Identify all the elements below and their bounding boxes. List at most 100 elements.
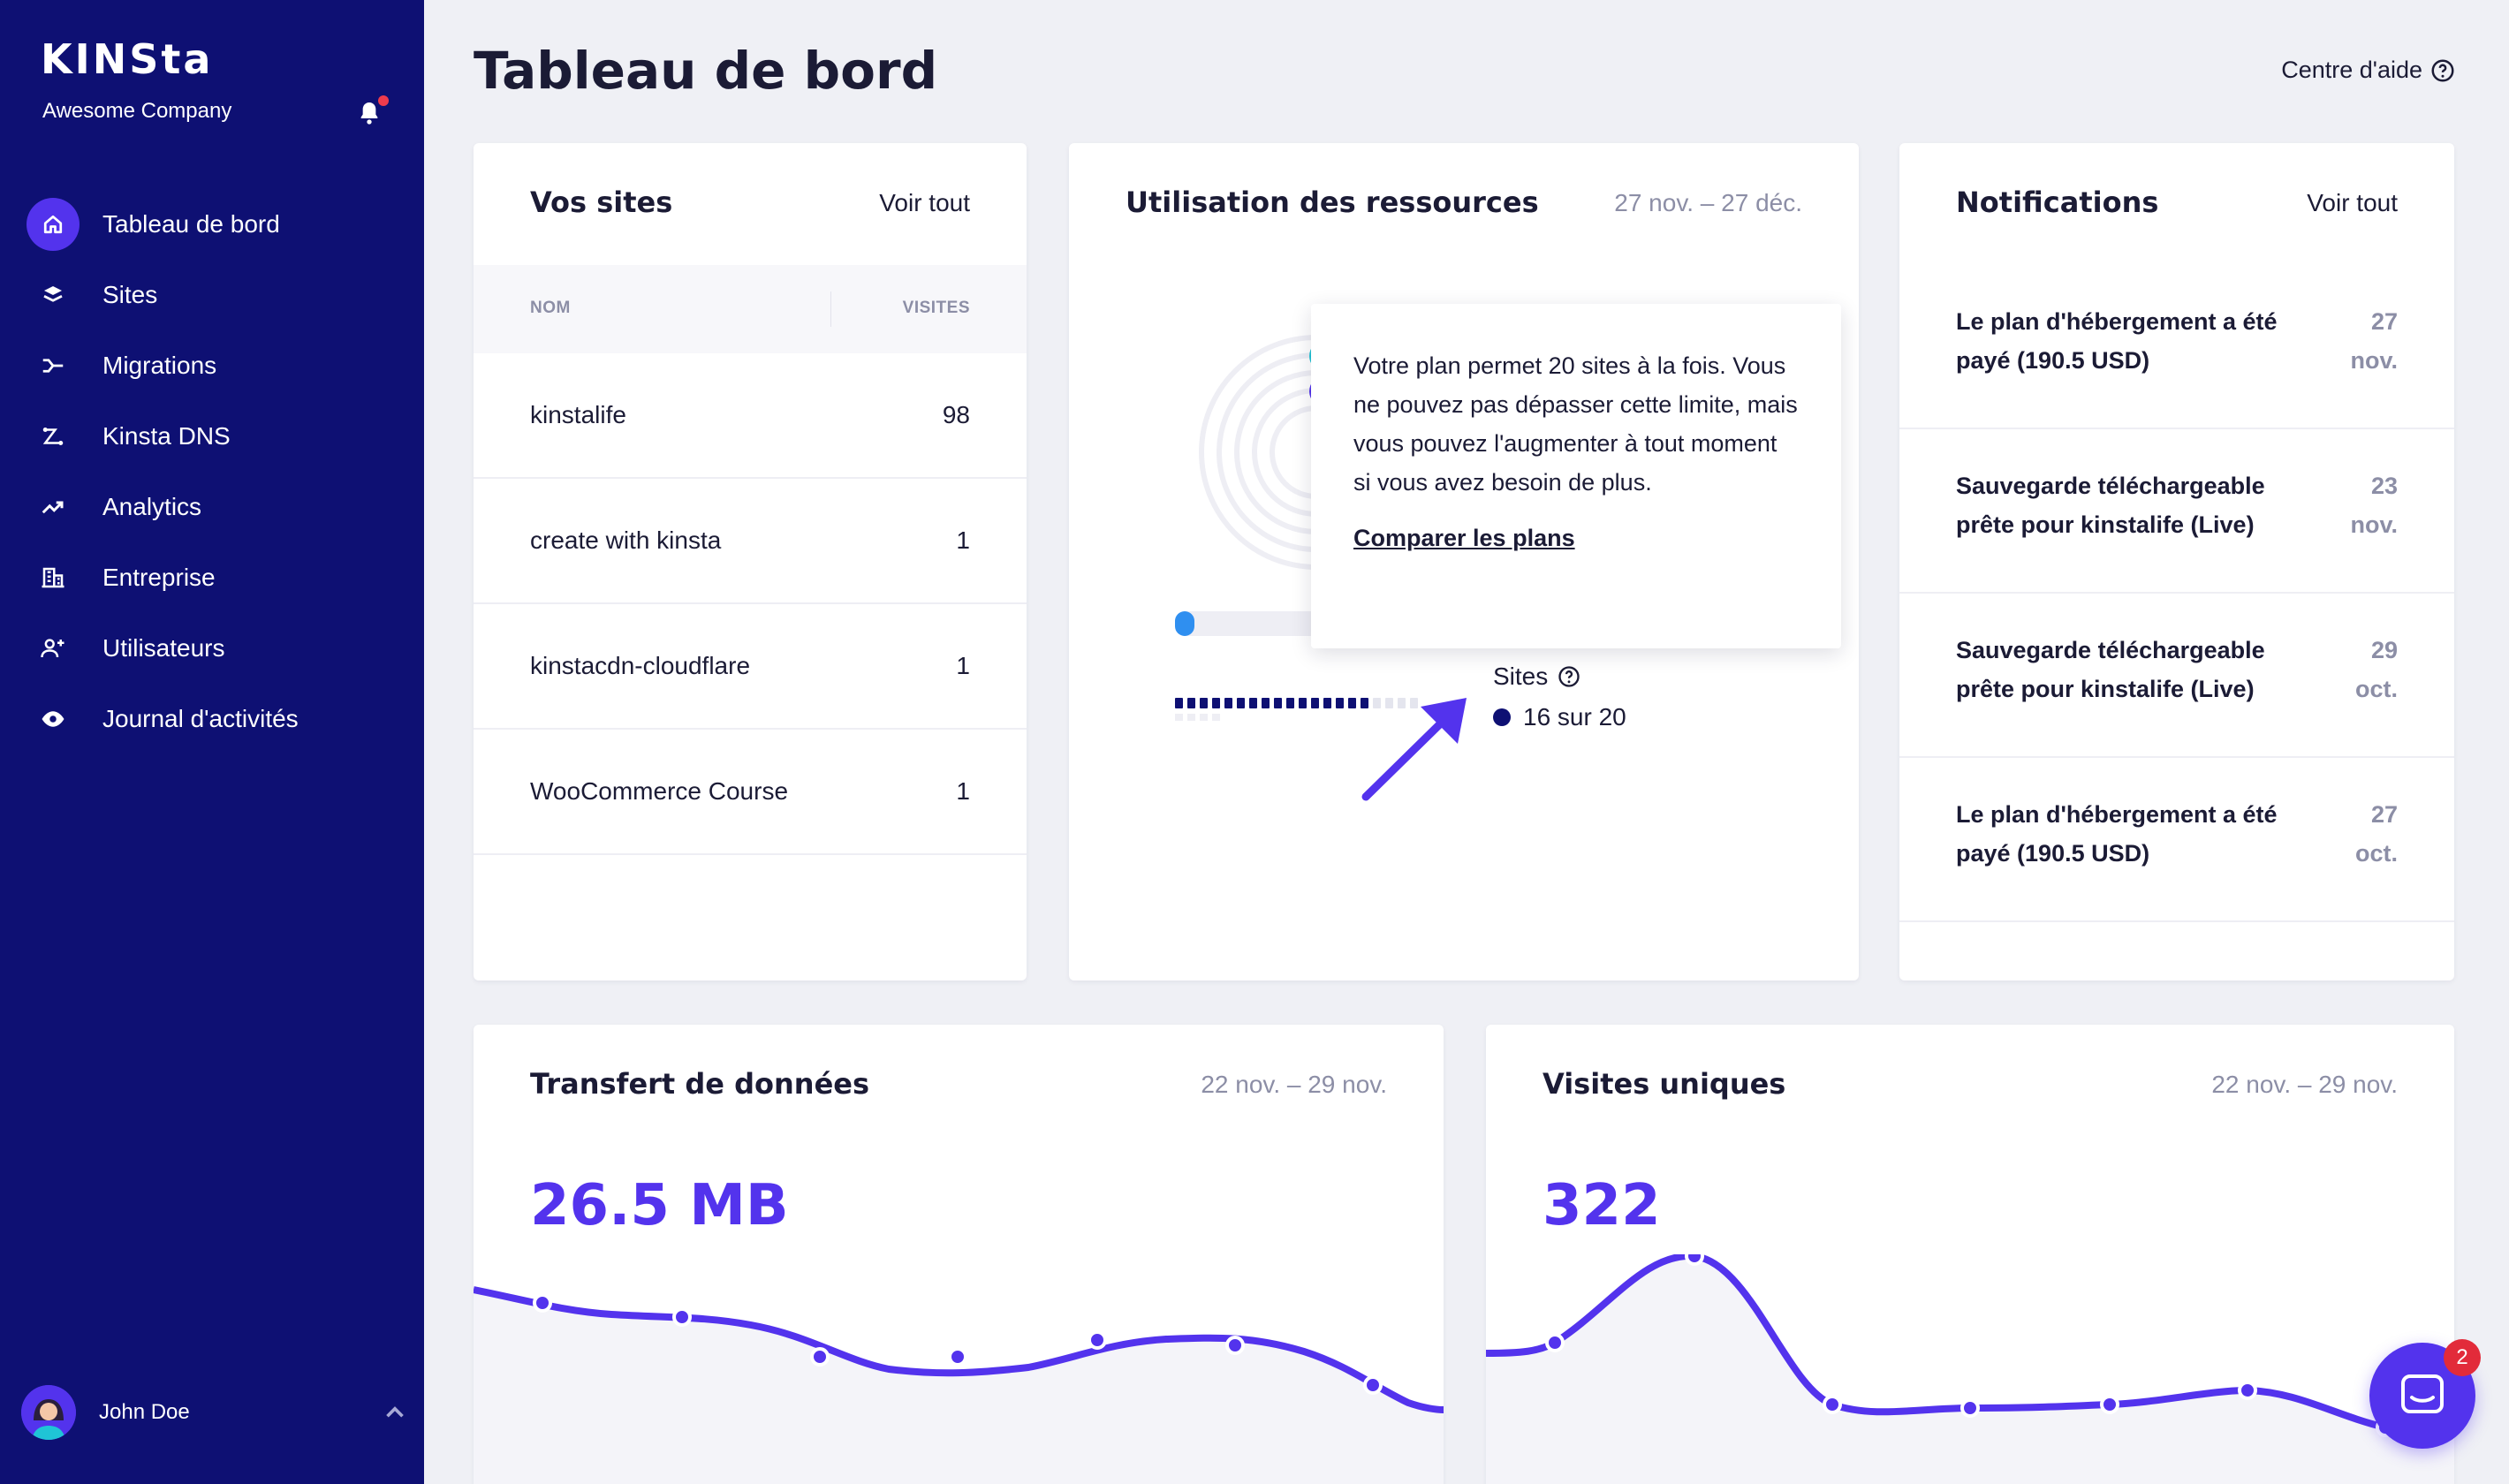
sidebar-item-utilisateurs[interactable]: Utilisateurs xyxy=(0,613,424,684)
notification-item[interactable]: Le plan d'hébergement a été payé (190.5 … xyxy=(1899,265,2454,429)
avatar xyxy=(21,1385,76,1440)
sites-legend: Sites 16 sur 20 xyxy=(1493,662,1626,731)
table-row[interactable]: kinstacdn-cloudflare 1 xyxy=(474,604,1027,730)
chart-point xyxy=(533,1293,552,1313)
chart-point xyxy=(1960,1398,1980,1418)
kinsta-logo[interactable]: KINSta xyxy=(41,35,213,83)
data-transfer-card: Transfert de données 22 nov. – 29 nov. 2… xyxy=(474,1025,1444,1484)
resource-usage-card: Utilisation des ressources 27 nov. – 27 … xyxy=(1069,143,1859,980)
date-range[interactable]: 22 nov. – 29 nov. xyxy=(1201,1071,1387,1099)
sites-count: 16 sur 20 xyxy=(1523,703,1626,731)
site-name[interactable]: kinstalife xyxy=(530,401,626,429)
site-used-mark xyxy=(1311,698,1319,708)
plan-tooltip: Votre plan permet 20 sites à la fois. Vo… xyxy=(1311,304,1841,648)
site-used-mark xyxy=(1187,698,1195,708)
notification-text: Sauvegarde téléchargeable prête pour kin… xyxy=(1956,637,2265,702)
sidebar-item-label: Entreprise xyxy=(102,564,216,591)
site-free-mark xyxy=(1212,714,1220,721)
user-menu[interactable]: John Doe xyxy=(21,1385,410,1440)
notification-item[interactable]: Sauvegarde téléchargeable prête pour kin… xyxy=(1899,594,2454,758)
chart-point xyxy=(948,1347,967,1367)
sidebar-item-kinsta-dns[interactable]: Kinsta DNS xyxy=(0,401,424,472)
date-range[interactable]: 22 nov. – 29 nov. xyxy=(2211,1071,2398,1099)
site-used-mark xyxy=(1274,698,1282,708)
chart-point xyxy=(1225,1336,1245,1355)
data-transfer-value: 26.5 MB xyxy=(530,1173,789,1238)
company-name[interactable]: Awesome Company xyxy=(42,99,231,124)
arrow-annotation-icon xyxy=(1361,698,1467,801)
card-title: Visites uniques xyxy=(1543,1067,1786,1101)
site-name[interactable]: create with kinsta xyxy=(530,526,721,555)
card-title: Notifications xyxy=(1956,186,2159,219)
notification-item[interactable]: Sauvegarde téléchargeable prête pour kin… xyxy=(1899,429,2454,594)
notification-date: 29 oct. xyxy=(2327,631,2398,708)
site-used-mark xyxy=(1299,698,1307,708)
chart-point xyxy=(1685,1254,1704,1266)
help-center-link[interactable]: Centre d'aide xyxy=(2281,57,2456,84)
sidebar-item-sites[interactable]: Sites xyxy=(0,260,424,330)
column-header-name[interactable]: NOM xyxy=(530,299,571,318)
sidebar-item-migrations[interactable]: Migrations xyxy=(0,330,424,401)
chart-point xyxy=(810,1347,830,1367)
sidebar-item-dashboard[interactable]: Tableau de bord xyxy=(0,189,424,260)
building-icon xyxy=(27,551,80,604)
table-header: NOM VISITES xyxy=(474,265,1027,353)
table-row[interactable]: create with kinsta 1 xyxy=(474,479,1027,604)
tooltip-text: Votre plan permet 20 sites à la fois. Vo… xyxy=(1353,352,1798,496)
table-row[interactable]: WooCommerce Course 1 xyxy=(474,730,1027,855)
unique-visits-sparkline[interactable] xyxy=(1486,1254,2454,1484)
chart-point xyxy=(2238,1381,2257,1400)
site-used-mark xyxy=(1336,698,1344,708)
card-title: Utilisation des ressources xyxy=(1126,186,1539,219)
unique-visits-card: Visites uniques 22 nov. – 29 nov. 322 xyxy=(1486,1025,2454,1484)
notification-day: 27 xyxy=(2370,801,2398,828)
site-used-mark xyxy=(1249,698,1257,708)
site-used-mark xyxy=(1224,698,1232,708)
site-free-mark xyxy=(1187,714,1195,721)
chart-point xyxy=(1823,1395,1842,1414)
chart-point xyxy=(672,1307,692,1327)
date-range[interactable]: 27 nov. – 27 déc. xyxy=(1614,189,1802,217)
add-user-icon xyxy=(27,622,80,675)
site-used-mark xyxy=(1200,698,1208,708)
site-used-mark xyxy=(1212,698,1220,708)
notification-date: 27 oct. xyxy=(2327,795,2398,873)
compare-plans-link[interactable]: Comparer les plans xyxy=(1353,525,1575,552)
sidebar-nav: Tableau de bord Sites Migrations Kinsta … xyxy=(0,189,424,754)
notification-date: 23 nov. xyxy=(2327,466,2399,544)
site-free-mark xyxy=(1175,714,1183,721)
site-name[interactable]: WooCommerce Course xyxy=(530,777,788,806)
data-transfer-sparkline[interactable] xyxy=(474,1254,1444,1484)
user-name: John Doe xyxy=(99,1400,190,1424)
site-used-mark xyxy=(1237,698,1245,708)
chevron-up-icon[interactable] xyxy=(380,1397,410,1427)
site-used-mark xyxy=(1262,698,1270,708)
question-circle-icon[interactable] xyxy=(1557,664,1581,689)
sidebar-item-entreprise[interactable]: Entreprise xyxy=(0,542,424,613)
notification-text: Sauvegarde téléchargeable prête pour kin… xyxy=(1956,473,2265,538)
chart-point xyxy=(1088,1330,1107,1350)
notifications-card: Notifications Voir tout Le plan d'héberg… xyxy=(1899,143,2454,980)
column-header-visits[interactable]: VISITES xyxy=(903,299,970,318)
notification-day: 29 xyxy=(2370,637,2398,663)
notification-item[interactable]: Le plan d'hébergement a été payé (190.5 … xyxy=(1899,758,2454,922)
view-all-sites-link[interactable]: Voir tout xyxy=(879,189,970,217)
table-row[interactable]: kinstalife 98 xyxy=(474,353,1027,479)
sidebar-item-journal[interactable]: Journal d'activités xyxy=(0,684,424,754)
column-divider xyxy=(830,292,831,327)
chat-bubble-icon xyxy=(2401,1374,2444,1413)
eye-icon xyxy=(27,693,80,746)
notification-month: oct. xyxy=(2354,676,2398,702)
sidebar-item-label: Migrations xyxy=(102,352,217,379)
sidebar-item-label: Tableau de bord xyxy=(102,210,280,238)
sidebar-item-analytics[interactable]: Analytics xyxy=(0,472,424,542)
sidebar-item-label: Analytics xyxy=(102,493,202,520)
site-name[interactable]: kinstacdn-cloudflare xyxy=(530,652,750,680)
legend-label[interactable]: Sites xyxy=(1493,662,1626,691)
home-icon xyxy=(27,198,80,251)
notification-dot xyxy=(378,95,389,106)
chart-point xyxy=(1545,1333,1565,1352)
view-all-notifications-link[interactable]: Voir tout xyxy=(2307,189,2398,217)
sidebar: KINSta Awesome Company Tableau de bord S… xyxy=(0,0,424,1484)
chart-point xyxy=(1363,1375,1383,1395)
